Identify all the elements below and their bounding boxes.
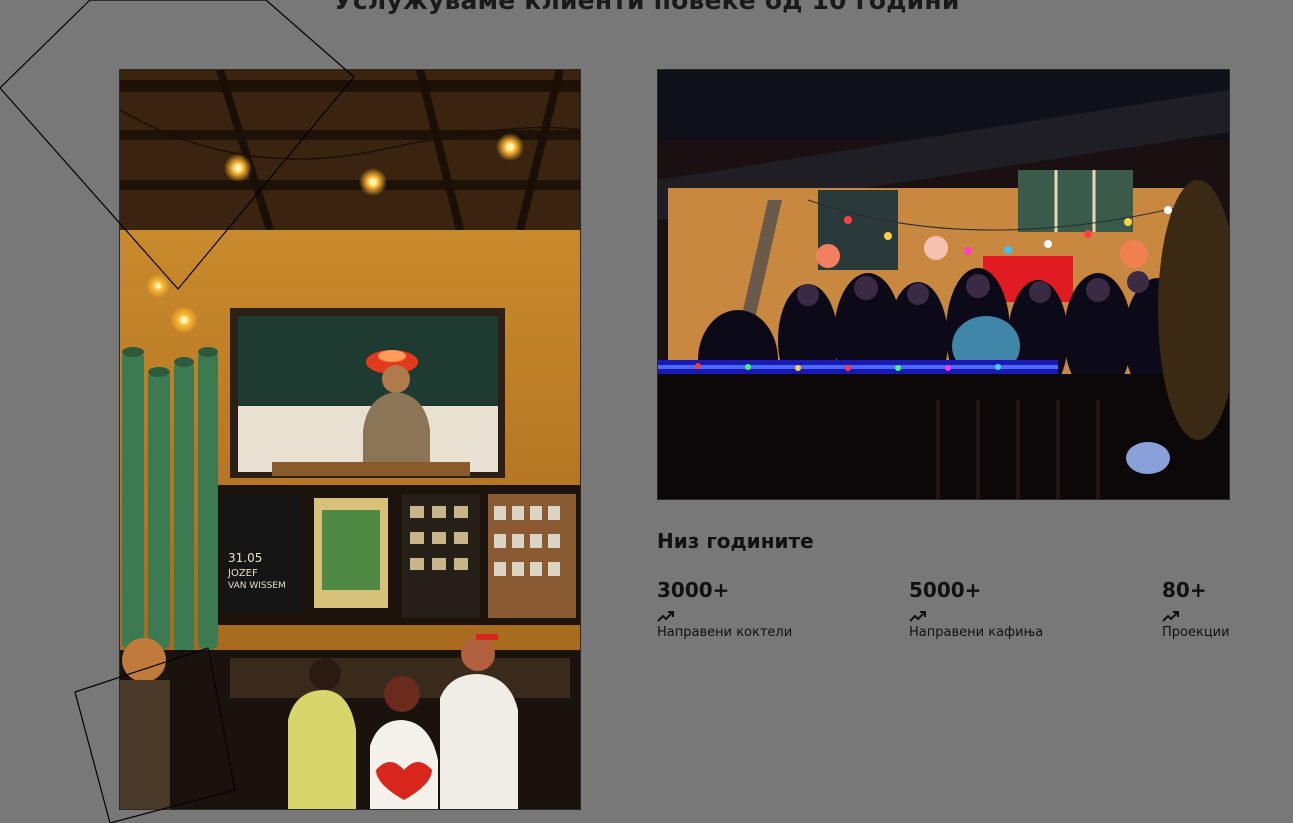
svg-text:VAN WISSEM: VAN WISSEM: [228, 581, 286, 591]
dj-photo: 31.05 JOZEF VAN WISSEM: [119, 69, 581, 810]
stat-label: Направени кафиња: [909, 625, 1044, 640]
stat-value: 3000+: [657, 578, 730, 602]
stat-cocktails: 3000+ Направени коктели: [657, 578, 792, 640]
stat-label: Направени коктели: [657, 625, 793, 640]
stats-heading: Низ годините: [657, 529, 814, 553]
stat-value: 80+: [1162, 578, 1207, 602]
stat-label: Проекции: [1162, 625, 1230, 640]
terrace-photo: [657, 69, 1230, 500]
stat-value: 5000+: [909, 578, 982, 602]
svg-text:JOZEF: JOZEF: [227, 568, 258, 579]
stat-screenings: 80+ Проекции: [1162, 578, 1230, 640]
svg-text:31.05: 31.05: [228, 551, 262, 565]
trending-up-icon: [657, 611, 674, 622]
section-heading: Услужуваме клиенти повеќе од 10 години: [333, 0, 960, 15]
trending-up-icon: [1162, 611, 1179, 622]
trending-up-icon: [909, 611, 926, 622]
stat-coffees: 5000+ Направени кафиња: [909, 578, 1043, 640]
